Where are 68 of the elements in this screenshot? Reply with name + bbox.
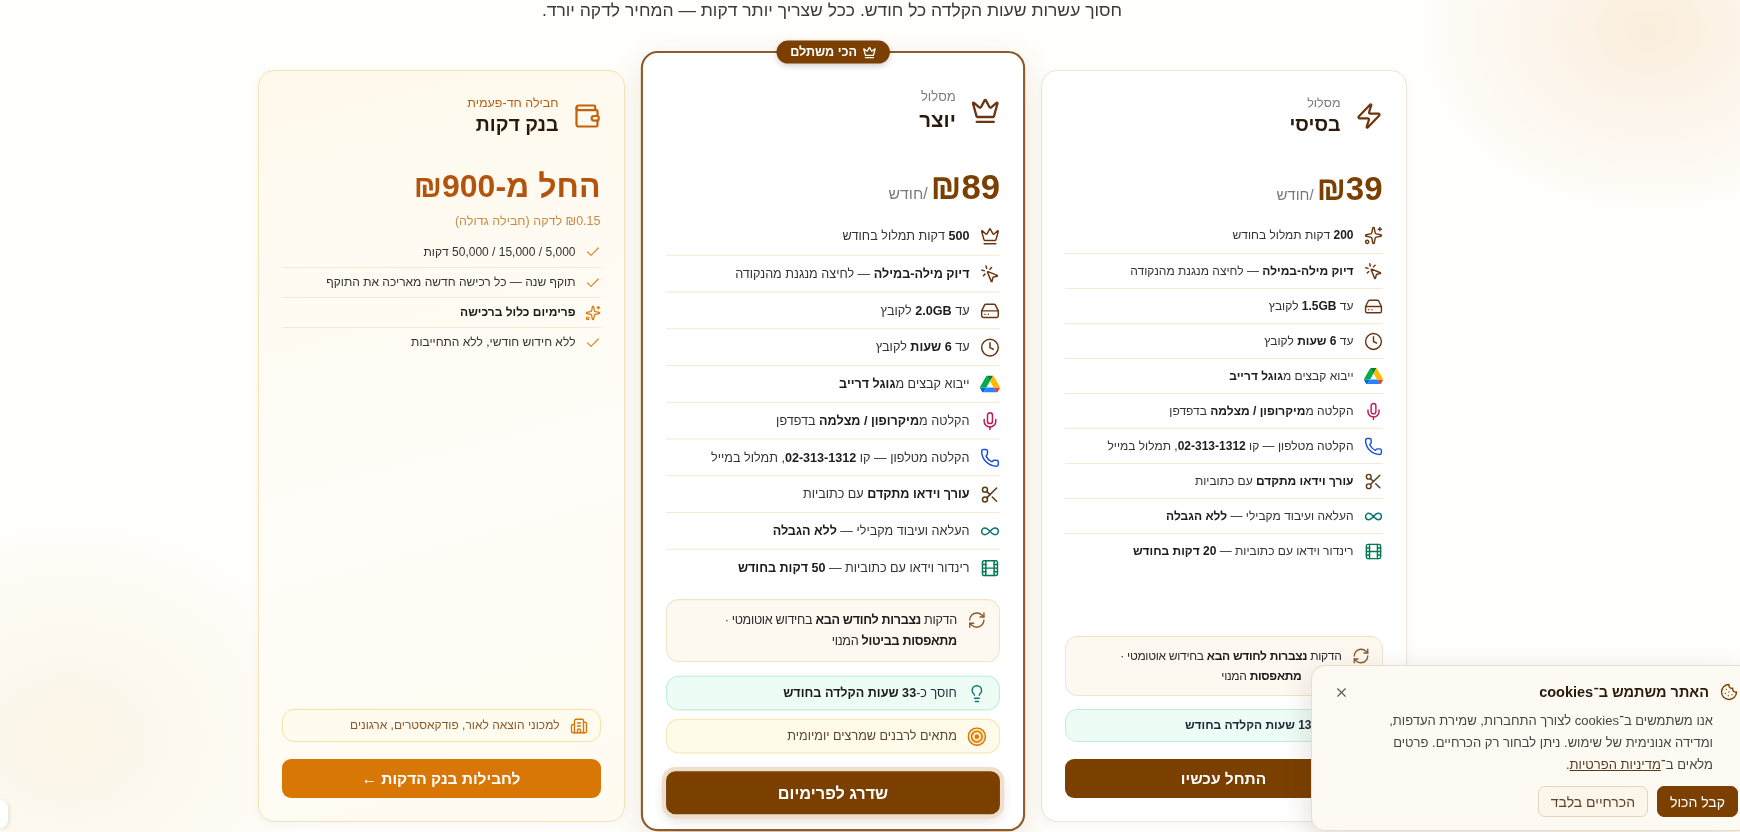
phone-icon bbox=[979, 447, 1000, 468]
popular-label: הכי משתלם bbox=[789, 44, 857, 60]
cursor-click-icon bbox=[1363, 261, 1383, 281]
plan-name: יוצר bbox=[918, 106, 956, 133]
note-text: חוסך כ-33 שעות הקלדה בחודש bbox=[782, 684, 957, 702]
sparkle-icon bbox=[584, 304, 601, 321]
feature-text: העלאה ועיבוד מקבילי — ללא הגבלה bbox=[772, 521, 969, 540]
price-period: /חודש bbox=[1276, 186, 1314, 203]
feature-text: רינדור וידאו עם כתוביות — 20 דקות בחודש bbox=[1132, 542, 1354, 560]
feature-text: העלאה ועיבוד מקבילי — ללא הגבלה bbox=[1166, 507, 1354, 525]
phone-icon bbox=[1363, 436, 1383, 456]
feature-text: עד 6 שעות לקובץ bbox=[875, 338, 969, 356]
scissors-icon bbox=[979, 484, 1000, 505]
film-icon bbox=[1363, 541, 1383, 561]
feature-text: ייבוא קבצים מגוגל דרייב bbox=[1229, 367, 1354, 385]
plan-name: בסיסי bbox=[1289, 112, 1341, 137]
cursor-click-icon bbox=[979, 263, 1000, 284]
feature-text: עד 6 שעות לקובץ bbox=[1264, 332, 1354, 350]
plan-caption: חבילה חד-פעמית bbox=[467, 95, 559, 111]
refresh-icon bbox=[1351, 647, 1370, 665]
feature-text: עורך וידאו מתקדם עם כתוביות bbox=[1194, 472, 1354, 490]
note-text: מתאים לרבנים שמרצים יומיומית bbox=[786, 727, 957, 745]
feature-text: תוקף שנה — כל רכישה חדשה מאריכה את התוקף bbox=[326, 274, 576, 291]
crown-icon bbox=[970, 96, 1000, 126]
lead-text: חסוך עשרות שעות הקלדה כל חודש. ככל שצריך יותר דקות — המחיר לדקה יורד. bbox=[540, 0, 1124, 20]
note-text: הדקות נצברות לחודש הבא בחידוש אוטומטי · מתאפסות בביטול המנוי bbox=[723, 611, 957, 651]
price-amount: ₪39 bbox=[1316, 169, 1383, 209]
feature-text: הקלטה ממיקרופון / מצלמה בדפדפן bbox=[775, 411, 969, 430]
feature-text: הקלטה ממיקרופון / מצלמה בדפדפן bbox=[1169, 402, 1354, 420]
feature-text: פרימיום כלול ברכישה bbox=[460, 304, 576, 321]
feature-text: עורך וידאו מתקדם עם כתוביות bbox=[802, 485, 969, 503]
feature-text: 5,000 / 15,000 / 50,000 דקות bbox=[423, 243, 576, 261]
wallet-icon bbox=[572, 102, 601, 130]
crown-icon bbox=[861, 45, 876, 59]
hard-drive-icon bbox=[1363, 296, 1383, 316]
price-note: ₪0.15 לדקה (חבילה גדולה) bbox=[453, 213, 601, 230]
feature-text: דיוק מילה-במילה — לחיצה מנגנת מהנקודה bbox=[1130, 262, 1354, 280]
drive-icon bbox=[1363, 367, 1383, 385]
plan-caption: מסלול bbox=[919, 88, 956, 106]
note-text: הדקות נצברות לחודש הבא בחידוש אוטומטי · מתאפסות המנוי bbox=[1119, 648, 1342, 685]
cookie-icon bbox=[1720, 683, 1738, 701]
drive-icon bbox=[979, 374, 1000, 393]
refresh-icon bbox=[966, 610, 986, 630]
target-icon bbox=[966, 726, 986, 746]
price-amount: החל מ-₪900 bbox=[413, 167, 601, 206]
film-icon bbox=[979, 557, 1000, 578]
price-period: /חודש bbox=[888, 184, 928, 203]
scissors-icon bbox=[1363, 471, 1383, 491]
building-icon bbox=[569, 716, 588, 735]
clock-icon bbox=[1363, 331, 1383, 351]
feature-text: ללא חידוש חודשי, ללא התחייבות bbox=[411, 334, 576, 351]
note-text: למכוני הוצאה לאור, פודקאסטרים, ארגונים bbox=[350, 717, 560, 734]
plan-caption: מסלול bbox=[1306, 95, 1341, 111]
sparkle-icon bbox=[1363, 226, 1383, 245]
clock-icon bbox=[979, 337, 1000, 358]
accept-button[interactable]: קבל הכול bbox=[1657, 786, 1738, 817]
feature-text: רינדור וידאו עם כתוביות — 50 דקות בחודש bbox=[737, 558, 969, 577]
price-amount: ₪89 bbox=[930, 166, 1000, 209]
feature-text: ייבוא קבצים מגוגל דרייב bbox=[838, 374, 969, 393]
lightning-icon bbox=[1354, 102, 1383, 130]
cookie-text: אנו משתמשים ב־cookies לצורך התחברות, שמירת העדפות, ומדידה אנונימית של שימוש. ניתן לבחור רק הכרחיים. פרטים מלאים ב־מדיניות הפרטיות. bbox=[1388, 712, 1714, 774]
note-text: 13 שעות הקלדה בחודש bbox=[1184, 717, 1312, 734]
hard-drive-icon bbox=[979, 300, 1000, 321]
essential-button[interactable]: הכרחיים בלבד bbox=[1537, 786, 1649, 817]
feature-text: דיוק מילה-במילה — לחיצה מנגנת מהנקודה bbox=[734, 264, 969, 283]
plan-name: בנק דקות bbox=[474, 112, 559, 137]
cookie-title: האתר משתמש ב־cookies bbox=[1539, 684, 1709, 700]
crown-icon bbox=[979, 226, 1000, 247]
